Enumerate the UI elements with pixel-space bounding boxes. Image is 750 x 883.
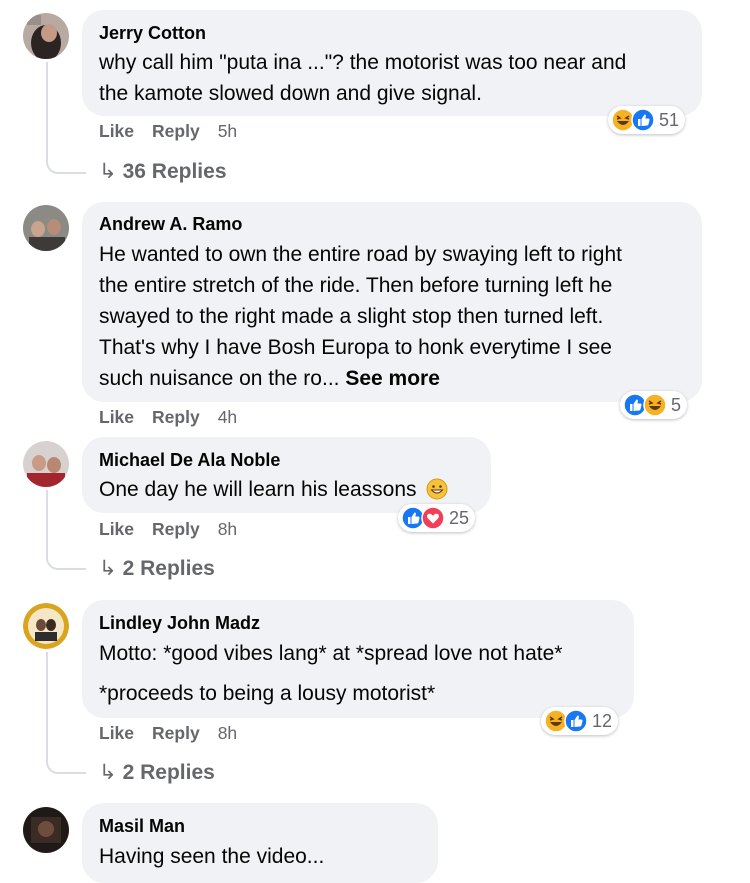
- reaction-summary[interactable]: 25: [398, 504, 476, 532]
- like-button[interactable]: Like: [99, 519, 134, 539]
- comment-text: One day he will learn his leassons: [99, 474, 448, 505]
- reaction-count: 5: [671, 394, 682, 415]
- comment-line: the entire stretch of the ride. Then bef…: [99, 274, 613, 297]
- comment-timestamp[interactable]: 8h: [218, 723, 237, 743]
- comment-text: why call him "puta ina ..."? the motoris…: [99, 47, 626, 109]
- comment-timestamp[interactable]: 8h: [218, 519, 237, 539]
- reaction-count: 25: [449, 507, 470, 528]
- reply-arrow-icon: ↳: [99, 761, 117, 784]
- thread-line: [46, 62, 48, 150]
- comment-author[interactable]: Masil Man: [99, 816, 185, 837]
- view-replies-button[interactable]: ↳ 2 Replies: [99, 556, 215, 581]
- comment-author[interactable]: Michael De Ala Noble: [99, 450, 280, 471]
- comment-line: why call him "puta ina ..."? the motoris…: [99, 51, 627, 74]
- grinning-emoji-icon: [426, 478, 448, 500]
- comment-line: such nuisance on the ro...: [99, 367, 340, 390]
- reply-arrow-icon: ↳: [99, 557, 117, 580]
- comment-text: He wanted to own the entire road by sway…: [99, 239, 622, 394]
- comment-actions: Like Reply 4h: [99, 407, 255, 428]
- reaction-count: 51: [659, 109, 680, 130]
- replies-label: 2 Replies: [122, 557, 215, 580]
- comment-text: Having seen the video...: [99, 841, 324, 872]
- comment-line: Motto: *good vibes lang* at *spread love…: [99, 642, 563, 665]
- view-replies-button[interactable]: ↳ 2 Replies: [99, 760, 215, 785]
- comment-actions: Like Reply 8h: [99, 519, 255, 540]
- like-button[interactable]: Like: [99, 407, 134, 427]
- reaction-summary[interactable]: 51: [608, 106, 686, 134]
- thread-connector: [46, 150, 86, 174]
- comment-text: Motto: *good vibes lang* at *spread love…: [99, 638, 562, 709]
- comment-actions: Like Reply 8h: [99, 723, 255, 744]
- haha-reaction-icon: [643, 393, 667, 417]
- comment-line: One day he will learn his leassons: [99, 478, 417, 501]
- reply-button[interactable]: Reply: [152, 723, 200, 743]
- like-button[interactable]: Like: [99, 121, 134, 141]
- thread-line: [46, 652, 48, 750]
- love-reaction-icon: [421, 506, 445, 530]
- thread-connector: [46, 750, 86, 774]
- comment-line: He wanted to own the entire road by sway…: [99, 243, 622, 266]
- comment-author[interactable]: Jerry Cotton: [99, 23, 206, 44]
- reaction-summary[interactable]: 5: [620, 391, 688, 419]
- reaction-count: 12: [592, 710, 613, 731]
- reply-button[interactable]: Reply: [152, 407, 200, 427]
- avatar[interactable]: [23, 13, 69, 59]
- reply-button[interactable]: Reply: [152, 121, 200, 141]
- reply-arrow-icon: ↳: [99, 160, 117, 183]
- see-more-link[interactable]: See more: [345, 367, 440, 390]
- avatar[interactable]: [23, 807, 69, 853]
- comment-author[interactable]: Lindley John Madz: [99, 613, 260, 634]
- thread-connector: [46, 546, 86, 570]
- like-reaction-icon: [564, 709, 588, 733]
- like-button[interactable]: Like: [99, 723, 134, 743]
- reply-button[interactable]: Reply: [152, 519, 200, 539]
- like-reaction-icon: [631, 108, 655, 132]
- replies-label: 2 Replies: [122, 761, 215, 784]
- comment-timestamp[interactable]: 5h: [218, 121, 237, 141]
- thread-line: [46, 490, 48, 546]
- replies-label: 36 Replies: [122, 160, 227, 183]
- comment-line: the kamote slowed down and give signal.: [99, 82, 482, 105]
- comment-author[interactable]: Andrew A. Ramo: [99, 214, 242, 235]
- comment-line: Having seen the video...: [99, 845, 325, 868]
- comment-line: *proceeds to being a lousy motorist*: [99, 682, 436, 705]
- comment-line: That's why I have Bosh Europa to honk ev…: [99, 336, 612, 359]
- view-replies-button[interactable]: ↳ 36 Replies: [99, 159, 227, 184]
- reaction-summary[interactable]: 12: [541, 707, 619, 735]
- avatar[interactable]: [23, 205, 69, 251]
- comment-line: swayed to the right made a slight stop t…: [99, 305, 604, 328]
- comment-timestamp[interactable]: 4h: [218, 407, 237, 427]
- comment-actions: Like Reply 5h: [99, 121, 255, 142]
- avatar[interactable]: [23, 441, 69, 487]
- avatar[interactable]: [23, 603, 69, 649]
